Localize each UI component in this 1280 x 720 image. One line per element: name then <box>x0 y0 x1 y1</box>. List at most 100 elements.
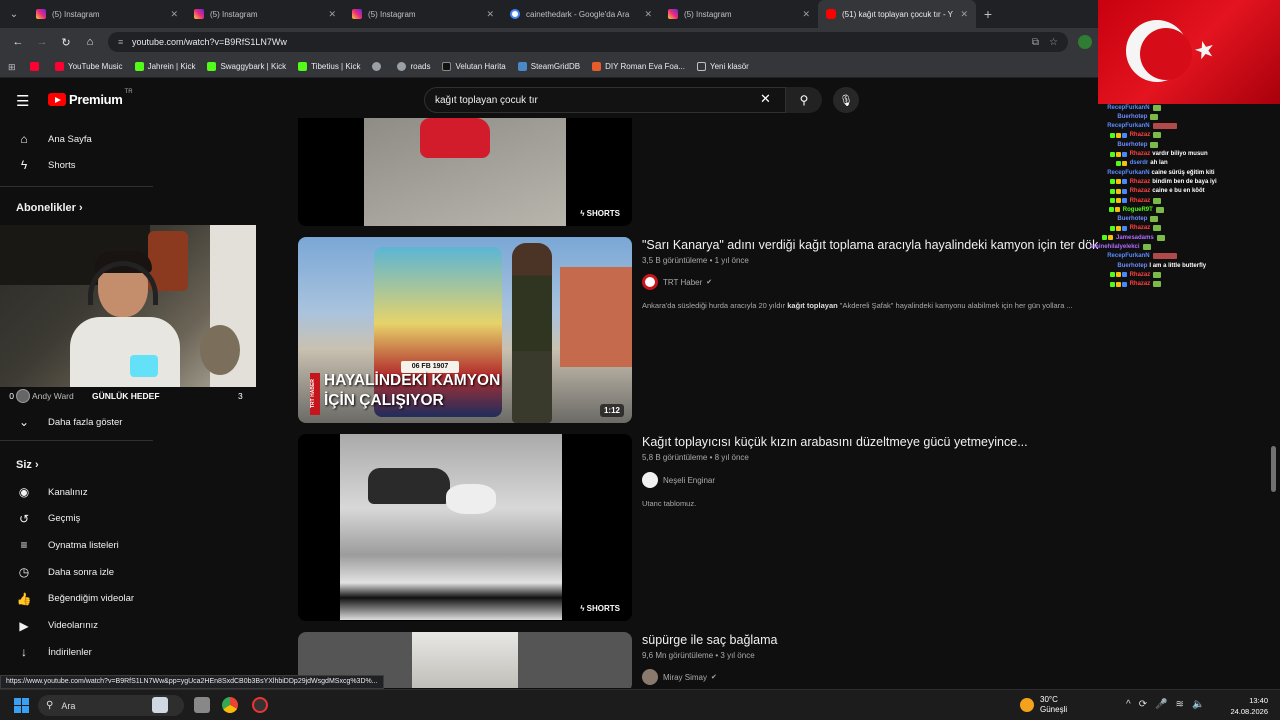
weather-widget[interactable]: 30°C Güneşli <box>1020 695 1067 715</box>
new-tab-button[interactable]: + <box>976 6 1000 22</box>
sidebar-item-liked[interactable]: 👍 Beğendiğim videolar <box>16 588 135 610</box>
bookmark-star-icon[interactable]: ☆ <box>1049 37 1058 48</box>
video-thumbnail[interactable]: 06 FB 1907 TRT HABER HAYALİNDEKİ KAMYON … <box>298 237 632 423</box>
watch-later-icon: ◷ <box>18 565 30 580</box>
browser-tab[interactable]: (5) Instagram ✕ <box>344 0 502 28</box>
video-title[interactable]: "Sarı Kanarya" adını verdiği kağıt topla… <box>642 238 1098 252</box>
bookmark-label: SteamGridDB <box>530 62 581 71</box>
install-icon[interactable]: ⧉ <box>1032 37 1039 48</box>
subscriptions-heading[interactable]: Abonelikler › <box>16 202 83 214</box>
wifi-icon[interactable]: ≋ <box>1176 699 1192 710</box>
browser-tab[interactable]: cainethedark - Google'da Ara ✕ <box>502 0 660 28</box>
upload-age: 8 yıl önce <box>714 453 749 462</box>
weather-text: 30°C Güneşli <box>1040 695 1067 715</box>
close-tab-icon[interactable]: ✕ <box>960 9 968 20</box>
sidebar-item-history[interactable]: ↺ Geçmiş <box>16 508 80 530</box>
chat-username: RecepFurkanN <box>1107 169 1150 176</box>
app-icon-recorder[interactable] <box>252 697 268 713</box>
sidebar-item-playlists[interactable]: ≡ Oynatma listeleri <box>16 534 118 556</box>
app-icon-explorer[interactable] <box>194 697 210 713</box>
sidebar-item-home[interactable]: ⌂ Ana Sayfa <box>16 128 91 150</box>
extension-icon[interactable] <box>1078 35 1092 49</box>
home-button[interactable]: ⌂ <box>78 36 102 48</box>
bookmark-item[interactable]: Velutan Harita <box>442 62 506 71</box>
bookmark-item[interactable]: SteamGridDB <box>517 62 581 71</box>
back-button[interactable]: ← <box>6 36 30 48</box>
channel-link[interactable]: Neşeli Enginar <box>642 472 715 488</box>
chat-username: Buerhotep <box>1117 141 1148 148</box>
youtube-header: ☰ Premium TR kağıt toplayan çocuk tır ✕ … <box>0 82 1100 118</box>
browser-tab[interactable]: (5) Instagram ✕ <box>28 0 186 28</box>
page-scrollbar[interactable] <box>1271 446 1276 492</box>
clear-search-icon[interactable]: ✕ <box>760 91 771 107</box>
goal-zero: 0 <box>9 391 14 401</box>
site-info-icon[interactable]: ≡ <box>118 37 132 47</box>
video-thumbnail[interactable]: ϟ SHORTS <box>298 118 632 226</box>
channel-name[interactable]: Miray Simay <box>663 673 707 682</box>
browser-tab[interactable]: (5) Instagram ✕ <box>186 0 344 28</box>
channel-name[interactable]: TRT Haber <box>663 278 702 287</box>
address-bar[interactable]: ≡ youtube.com/watch?v=B9RfS1LN7Ww ⧉ ☆ <box>108 32 1068 52</box>
sync-icon[interactable]: ⟳ <box>1139 699 1155 710</box>
mic-icon[interactable]: 🎤 <box>1155 699 1175 710</box>
sidebar-subscription-partial[interactable]: Andy Ward <box>32 391 92 401</box>
close-tab-icon[interactable]: ✕ <box>328 9 336 20</box>
app-icon-shoe[interactable] <box>152 697 168 713</box>
sidebar-item-channel[interactable]: ◉ Kanalınız <box>16 481 88 503</box>
chat-message: Buerhotep I am a little butterfly <box>1117 261 1206 270</box>
search-results: ϟ SHORTS 06 FB 1907 TRT HABER HAYALİNDEK… <box>298 118 1098 688</box>
close-tab-icon[interactable]: ✕ <box>486 9 494 20</box>
search-input[interactable]: kağıt toplayan çocuk tır <box>424 87 786 113</box>
bookmark-item[interactable]: Yeni klasör <box>697 62 749 71</box>
forward-button[interactable]: → <box>30 36 54 48</box>
close-tab-icon[interactable]: ✕ <box>802 9 810 20</box>
bookmark-item[interactable] <box>30 62 43 71</box>
channel-link[interactable]: Miray Simay ✔ <box>642 669 717 685</box>
browser-tab[interactable]: (51) kağıt toplayan çocuk tır - Y ✕ <box>818 0 976 28</box>
bookmark-item[interactable]: roads <box>397 62 430 71</box>
menu-icon[interactable]: ☰ <box>16 92 29 110</box>
channel-link[interactable]: TRT Haber ✔ <box>642 274 712 290</box>
bookmark-item[interactable]: Jahrein | Kick <box>134 62 195 71</box>
chat-message: Rhazaz <box>1109 224 1162 233</box>
search-button[interactable]: ⚲ <box>786 87 822 113</box>
bookmark-item[interactable] <box>372 62 385 71</box>
system-tray[interactable]: ^⟳🎤≋🔈 <box>1126 699 1212 710</box>
chrome-icon[interactable] <box>222 697 238 713</box>
bookmark-item[interactable]: DIY Roman Eva Foa... <box>592 62 685 71</box>
sidebar-item-your-videos[interactable]: ▶ Videolarınız <box>16 615 98 637</box>
sidebar-item-watch-later[interactable]: ◷ Daha sonra izle <box>16 561 114 583</box>
channel-name[interactable]: Neşeli Enginar <box>663 476 715 485</box>
video-thumbnail[interactable]: ϟ SHORTS <box>298 434 632 621</box>
address-url[interactable]: youtube.com/watch?v=B9RfS1LN7Ww <box>132 37 1022 47</box>
browser-tab[interactable]: (5) Instagram ✕ <box>660 0 818 28</box>
chat-message: Buerhotep <box>1117 215 1159 224</box>
apps-grid-icon[interactable]: ⊞ <box>8 62 20 72</box>
sidebar-item-shorts[interactable]: ϟ Shorts <box>16 154 76 176</box>
reload-button[interactable]: ↻ <box>54 36 78 49</box>
star-icon: ★ <box>1190 34 1219 67</box>
search-query[interactable]: kağıt toplayan çocuk tır <box>435 95 538 106</box>
sidebar-item-downloads[interactable]: ↓ İndirilenler <box>16 641 92 663</box>
sidebar-item-show-more[interactable]: ⌄ Daha fazla göster <box>16 411 123 433</box>
bookmark-item[interactable]: Tibetius | Kick <box>298 62 360 71</box>
chevron-up-icon[interactable]: ^ <box>1126 699 1139 710</box>
instagram-favicon-icon <box>36 9 46 19</box>
close-tab-icon[interactable]: ✕ <box>170 9 178 20</box>
bookmark-item[interactable]: YouTube Music <box>55 62 123 71</box>
video-title[interactable]: süpürge ile saç bağlama <box>642 633 778 647</box>
bookmark-item[interactable]: Swaggybark | Kick <box>207 62 286 71</box>
you-heading[interactable]: Siz › <box>16 459 39 471</box>
volume-icon[interactable]: 🔈 <box>1192 699 1212 710</box>
youtube-icon <box>30 62 39 71</box>
tab-search-icon[interactable]: ⌄ <box>0 0 28 28</box>
video-title[interactable]: Kağıt toplayıcısı küçük kızın arabasını … <box>642 435 1028 449</box>
view-count: 5,8 B görüntüleme <box>642 453 708 462</box>
clock[interactable]: 13:40 24.08.2026 <box>1220 695 1268 717</box>
youtube-logo[interactable]: Premium TR <box>48 89 133 107</box>
instagram-favicon-icon <box>668 9 678 19</box>
video-description: Utanc tablomuz. <box>642 499 697 508</box>
close-tab-icon[interactable]: ✕ <box>644 9 652 20</box>
voice-search-button[interactable]: 🎙 <box>833 87 859 113</box>
start-button[interactable] <box>14 698 29 713</box>
